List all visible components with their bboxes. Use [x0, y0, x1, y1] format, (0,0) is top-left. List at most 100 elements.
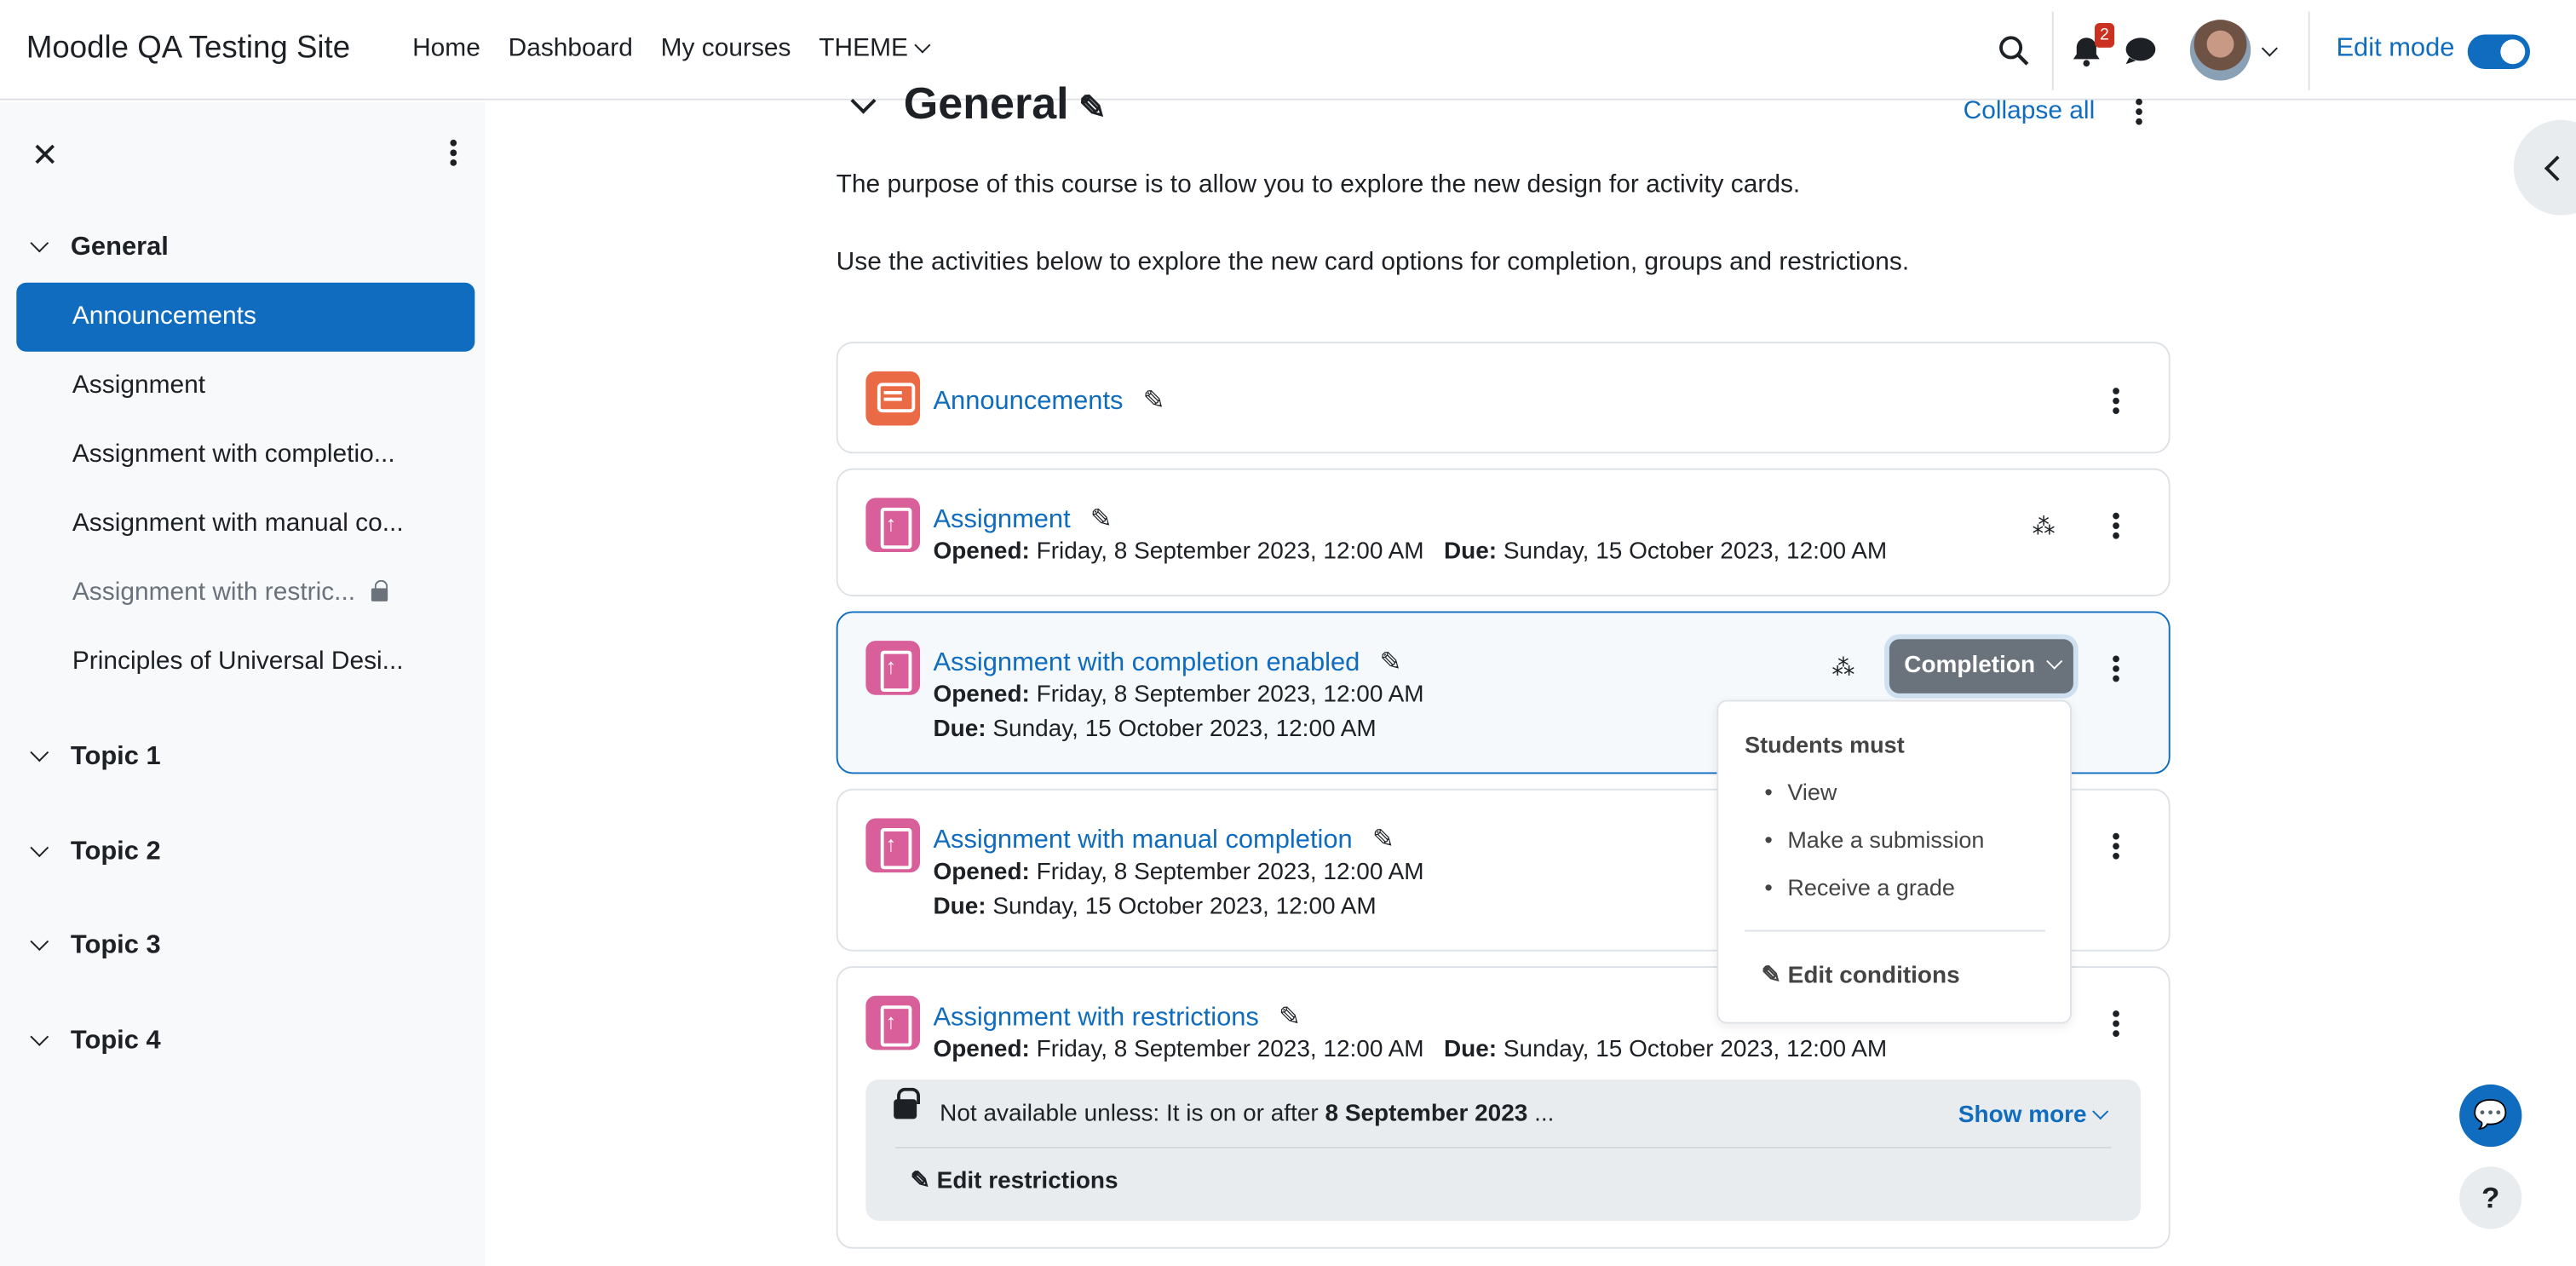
divider: [895, 1147, 2112, 1149]
opened-date: Friday, 8 September 2023, 12:00 AM: [1036, 538, 1424, 566]
edit-title-pencil-icon[interactable]: ✎: [1078, 87, 1106, 128]
help-icon[interactable]: ?: [2459, 1166, 2522, 1229]
activity-title-link[interactable]: Assignment with completion enabled ✎: [933, 646, 1401, 679]
navbar-divider: [2308, 11, 2310, 91]
nav-dashboard[interactable]: Dashboard: [509, 35, 633, 65]
user-menu-chevron-icon[interactable]: [2261, 40, 2278, 57]
due-label: Due:: [1443, 538, 1498, 566]
nav-theme-menu[interactable]: THEME: [819, 34, 930, 65]
activity-dates: Opened: Friday, 8 September 2023, 12:00 …: [933, 1037, 1887, 1063]
nav-my-courses[interactable]: My courses: [661, 35, 791, 65]
chat-icon[interactable]: 💬: [2459, 1084, 2522, 1148]
edit-conditions-link[interactable]: ✎ Edit conditions: [1761, 963, 1959, 989]
activity-due-date: Due: Sunday, 15 October 2023, 12:00 AM: [933, 716, 1376, 743]
navbar-divider: [2051, 11, 2054, 91]
course-index-section-topic-1[interactable]: Topic 1: [30, 743, 161, 773]
top-navbar: Moodle QA Testing Site Home Dashboard My…: [0, 0, 2576, 101]
chevron-down-icon: [30, 743, 49, 762]
edit-restrictions-link[interactable]: ✎ Edit restrictions: [910, 1168, 1118, 1194]
show-more-link[interactable]: Show more: [1958, 1102, 2109, 1129]
chevron-down-icon: [2045, 653, 2062, 670]
course-index-item-assignment[interactable]: Assignment: [16, 352, 474, 421]
course-index-item-assignment-completion[interactable]: Assignment with completio...: [16, 421, 474, 490]
site-name[interactable]: Moodle QA Testing Site: [26, 32, 350, 67]
activity-options-icon[interactable]: [2113, 832, 2119, 863]
open-block-drawer-button[interactable]: [2513, 119, 2576, 216]
activity-title-link[interactable]: Assignment with manual completion ✎: [933, 823, 1394, 856]
edit-title-pencil-icon[interactable]: ✎: [1143, 384, 1165, 417]
activity-title-link[interactable]: Assignment ✎: [933, 503, 1112, 536]
section-title-text: General: [903, 78, 1069, 129]
section-summary-line-1: The purpose of this course is to allow y…: [836, 170, 1801, 199]
activity-dates: Opened: Friday, 8 September 2023, 12:00 …: [933, 539, 1887, 566]
course-index-item-announcements[interactable]: Announcements: [16, 282, 475, 352]
edit-mode-label: Edit mode: [2336, 34, 2455, 63]
opened-date: Friday, 8 September 2023, 12:00 AM: [1036, 1036, 1424, 1063]
course-index-section-topic-3[interactable]: Topic 3: [30, 931, 161, 962]
user-avatar[interactable]: [2189, 20, 2251, 81]
completion-heading: Students must: [1745, 731, 1905, 758]
chevron-down-icon: [913, 37, 930, 54]
restriction-text: Not available unless: It is on or after …: [940, 1101, 1554, 1127]
assignment-icon: [865, 498, 921, 553]
activity-title-link[interactable]: Assignment with restrictions ✎: [933, 1001, 1300, 1034]
due-label: Due:: [933, 894, 986, 921]
search-icon[interactable]: [1998, 35, 2031, 68]
divider: [1745, 929, 2046, 932]
due-label: Due:: [933, 716, 986, 743]
restriction-date: 8 September 2023: [1325, 1101, 1528, 1128]
edit-title-pencil-icon[interactable]: ✎: [1379, 646, 1401, 679]
section-label: Topic 2: [70, 837, 161, 866]
assignment-icon: [865, 818, 921, 873]
course-index-section-topic-2[interactable]: Topic 2: [30, 837, 161, 868]
activity-options-icon[interactable]: [2113, 512, 2119, 543]
notification-count-badge: 2: [2094, 23, 2115, 48]
item-label: Assignment with restric...: [72, 578, 356, 607]
completion-conditions-dropdown: Students must View Make a submission Rec…: [1716, 699, 2072, 1024]
pencil-icon: ✎: [910, 1168, 937, 1195]
completion-condition-item: Make a submission: [1764, 826, 1984, 853]
course-index-section-general[interactable]: General: [30, 233, 169, 263]
due-date: Sunday, 15 October 2023, 12:00 AM: [1503, 1036, 1888, 1063]
course-index-item-assignment-restrictions[interactable]: Assignment with restric...: [16, 559, 474, 628]
chevron-down-icon: [30, 838, 49, 858]
edit-title-pencil-icon[interactable]: ✎: [1279, 1001, 1301, 1034]
activity-title-link[interactable]: Announcements ✎: [933, 384, 1164, 417]
collapse-all-link[interactable]: Collapse all: [1964, 97, 2096, 127]
activity-options-icon[interactable]: [2113, 1010, 2119, 1040]
course-index-item-assignment-manual[interactable]: Assignment with manual co...: [16, 490, 474, 559]
opened-date: Friday, 8 September 2023, 12:00 AM: [1036, 682, 1424, 709]
section-options-icon[interactable]: [2136, 98, 2142, 125]
edit-mode-toggle[interactable]: [2467, 34, 2531, 70]
chevron-down-icon: [30, 932, 49, 951]
assignment-icon: [865, 995, 921, 1050]
groups-icon[interactable]: ⁂: [1831, 654, 1854, 682]
pencil-icon: ✎: [1761, 963, 1788, 990]
messages-icon[interactable]: [2125, 36, 2158, 66]
due-date: Sunday, 15 October 2023, 12:00 AM: [992, 894, 1377, 921]
edit-title-pencil-icon[interactable]: ✎: [1372, 823, 1394, 856]
opened-label: Opened:: [933, 859, 1030, 886]
section-label: Topic 3: [70, 931, 161, 960]
completion-dropdown-button[interactable]: Completion: [1889, 639, 2073, 693]
activity-title-text: Announcements: [933, 388, 1124, 416]
nav-theme-label: THEME: [819, 34, 908, 63]
opened-date: Friday, 8 September 2023, 12:00 AM: [1036, 859, 1424, 886]
close-drawer-icon[interactable]: ✕: [32, 135, 59, 176]
edit-title-pencil-icon[interactable]: ✎: [1090, 503, 1113, 536]
due-date: Sunday, 15 October 2023, 12:00 AM: [1503, 538, 1888, 566]
activity-options-icon[interactable]: [2113, 655, 2119, 686]
nav-home[interactable]: Home: [412, 35, 480, 65]
activity-options-icon[interactable]: [2113, 388, 2119, 417]
groups-icon[interactable]: ⁂: [2033, 513, 2056, 541]
lock-icon: [371, 579, 388, 601]
course-index-item-principles[interactable]: Principles of Universal Desi...: [16, 628, 474, 697]
opened-label: Opened:: [933, 682, 1030, 709]
chevron-down-icon: [30, 1027, 49, 1046]
edit-restrictions-label: Edit restrictions: [936, 1168, 1118, 1195]
restriction-text-suffix: ...: [1527, 1101, 1555, 1128]
forum-icon: [865, 371, 921, 426]
course-index-section-topic-4[interactable]: Topic 4: [30, 1027, 161, 1056]
drawer-options-icon[interactable]: [450, 139, 457, 166]
lock-icon: [894, 1087, 921, 1119]
